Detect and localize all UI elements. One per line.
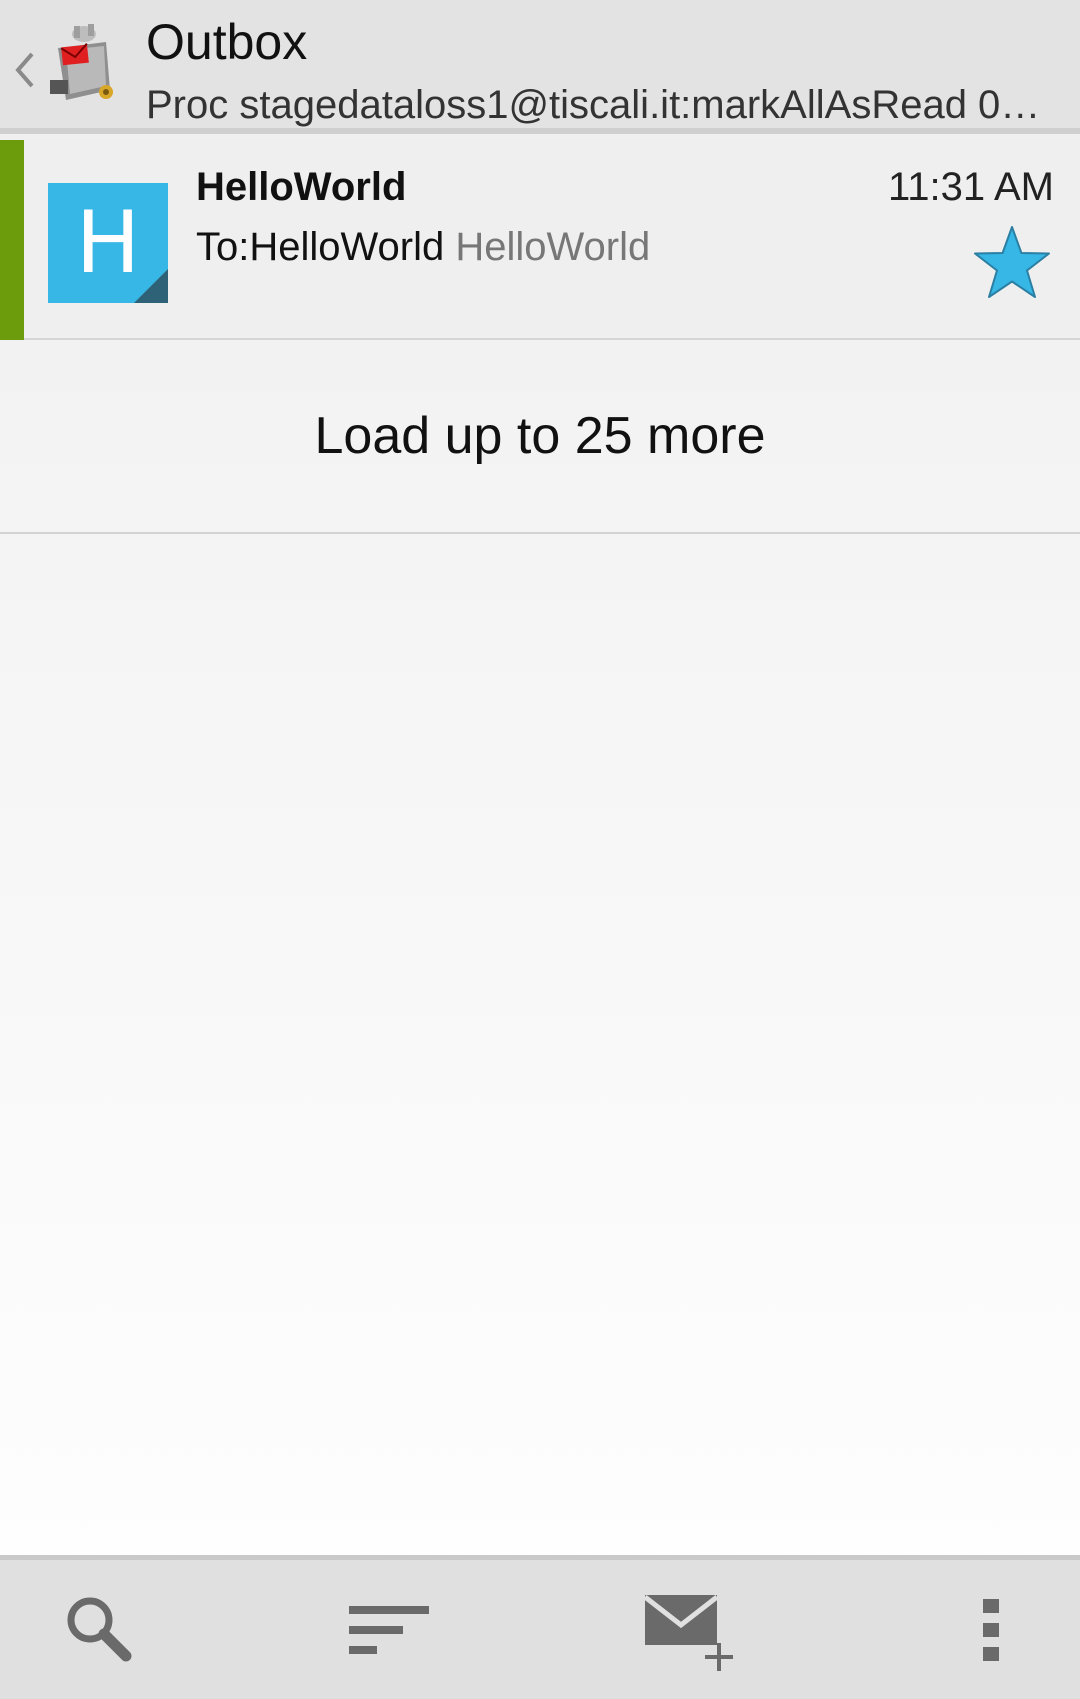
overflow-menu-button[interactable] (890, 1560, 1080, 1699)
load-more-button[interactable]: Load up to 25 more (0, 340, 1080, 534)
bottom-toolbar (0, 1555, 1080, 1699)
chevron-left-icon[interactable] (6, 40, 40, 100)
sort-icon (349, 1605, 429, 1654)
unread-indicator (0, 140, 24, 340)
action-bar: Outbox Proc stagedataloss1@tiscali.it:ma… (0, 0, 1080, 134)
message-time: 11:31 AM (887, 165, 1054, 209)
overflow-menu-icon (983, 1598, 999, 1661)
page-subtitle: Proc stagedataloss1@tiscali.it:markAllAs… (146, 83, 1041, 127)
search-icon (67, 1597, 132, 1661)
star-icon[interactable] (972, 224, 1052, 300)
message-list-item[interactable]: H HelloWorld 11:31 AM To:HelloWorld Hell… (0, 140, 1080, 340)
search-button[interactable] (0, 1560, 200, 1699)
message-sender: HelloWorld (196, 165, 407, 209)
compose-icon (643, 1594, 733, 1671)
avatar[interactable]: H (48, 183, 168, 303)
compose-button[interactable] (590, 1560, 790, 1699)
avatar-corner-fold (134, 269, 168, 303)
message-recipient: To:HelloWorld (196, 225, 445, 269)
app-logo-icon[interactable] (44, 20, 124, 110)
sort-button[interactable] (290, 1560, 490, 1699)
message-summary: To:HelloWorld HelloWorld (196, 222, 650, 272)
message-preview: HelloWorld (455, 225, 651, 269)
page-title: Outbox (146, 14, 308, 70)
